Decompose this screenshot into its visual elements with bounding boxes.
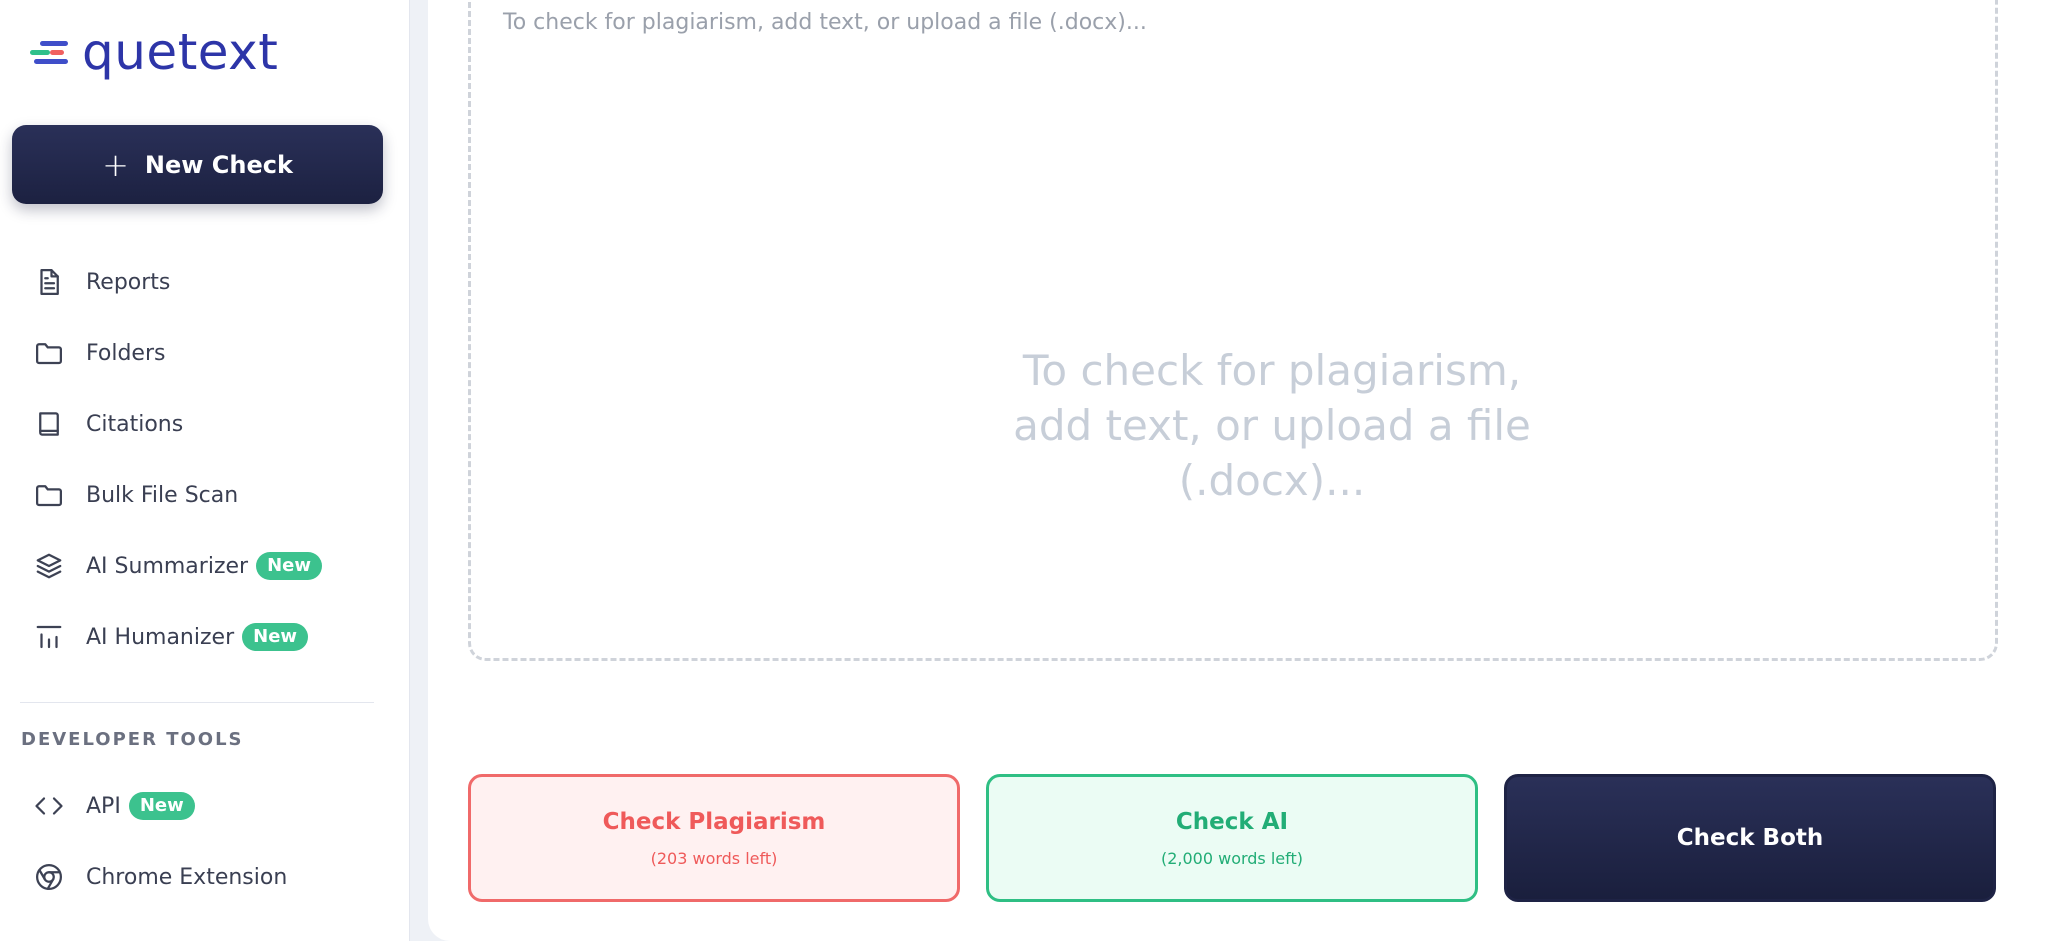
sidebar-item-ai-humanizer[interactable]: AI Humanizer New: [32, 612, 309, 662]
check-plagiarism-button[interactable]: Check Plagiarism (203 words left): [468, 774, 960, 902]
check-plagiarism-label: Check Plagiarism: [602, 808, 826, 835]
sidebar-item-label: API: [86, 793, 121, 819]
sidebar-item-reports[interactable]: Reports: [32, 257, 170, 307]
sidebar-item-folders[interactable]: Folders: [32, 328, 165, 378]
ai-words-left: (2,000 words left): [1160, 848, 1304, 868]
sidebar-item-ai-summarizer[interactable]: AI Summarizer New: [32, 541, 322, 591]
book-icon: [32, 407, 66, 441]
plus-icon: +: [102, 145, 129, 184]
new-badge: New: [128, 792, 195, 820]
sidebar-item-label: Citations: [86, 411, 184, 437]
sidebar-item-label: Folders: [86, 340, 166, 366]
sidebar-item-chrome-extension[interactable]: Chrome Extension: [32, 852, 287, 902]
sidebar-item-label: Bulk File Scan: [86, 482, 239, 508]
sidebar: quetext + New Check Reports Folders Cita…: [0, 0, 410, 941]
chrome-icon: [32, 860, 66, 894]
logo-mark-icon: [30, 32, 70, 72]
logo-text: quetext: [82, 23, 279, 81]
sidebar-item-bulk-file-scan[interactable]: Bulk File Scan: [32, 470, 238, 520]
layers-icon: [32, 549, 66, 583]
new-check-button[interactable]: + New Check: [12, 125, 383, 204]
quetext-logo[interactable]: quetext: [30, 24, 278, 80]
bars-icon: [32, 620, 66, 654]
document-icon: [32, 265, 66, 299]
new-check-label: New Check: [144, 150, 293, 179]
new-badge: New: [242, 623, 309, 651]
sidebar-item-label: AI Humanizer: [86, 624, 235, 650]
check-ai-button[interactable]: Check AI (2,000 words left): [986, 774, 1478, 902]
dropzone-hint: To check for plagiarism, add text, or up…: [1013, 346, 1531, 505]
plagiarism-words-left: (203 words left): [650, 848, 778, 868]
developer-tools-heading: DEVELOPER TOOLS: [21, 729, 244, 750]
check-both-button[interactable]: Check Both: [1504, 774, 1996, 902]
sidebar-item-label: Reports: [86, 269, 171, 295]
sidebar-item-citations[interactable]: Citations: [32, 399, 183, 449]
sidebar-item-label: AI Summarizer: [86, 553, 249, 579]
new-badge: New: [256, 552, 322, 580]
check-both-label: Check Both: [1676, 825, 1824, 851]
sidebar-item-label: Chrome Extension: [86, 864, 288, 890]
editor-placeholder: To check for plagiarism, add text, or up…: [503, 10, 1147, 35]
sidebar-item-api[interactable]: API New: [32, 781, 195, 831]
folder-icon: [32, 478, 66, 512]
code-icon: [32, 789, 66, 823]
folder-icon: [32, 336, 66, 370]
text-editor-dropzone[interactable]: [468, 0, 1998, 661]
sidebar-divider: [20, 702, 374, 703]
check-ai-label: Check AI: [1175, 808, 1289, 835]
